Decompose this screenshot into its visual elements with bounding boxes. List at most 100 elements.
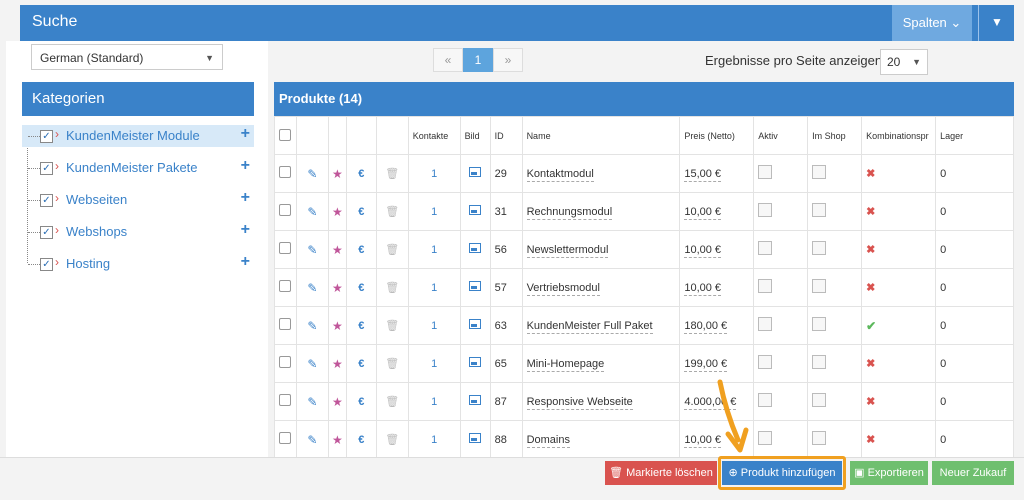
image-icon[interactable]: [459, 344, 491, 383]
trash-icon[interactable]: 🗑: [375, 344, 409, 383]
star-icon[interactable]: ★: [327, 382, 347, 421]
checkbox-checked[interactable]: ✓: [40, 226, 53, 239]
euro-icon[interactable]: €: [345, 154, 377, 193]
category-item[interactable]: ✓ › KundenMeister Pakete +: [22, 157, 254, 179]
euro-icon[interactable]: €: [345, 306, 377, 345]
product-price[interactable]: 10,00 €: [679, 268, 755, 307]
image-icon[interactable]: [459, 382, 491, 421]
in-shop-checkbox[interactable]: [807, 344, 863, 383]
in-shop-checkbox[interactable]: [807, 192, 863, 231]
euro-icon[interactable]: €: [345, 382, 377, 421]
column-header-id[interactable]: ID: [489, 116, 523, 155]
image-icon[interactable]: [459, 154, 491, 193]
export-button[interactable]: ▣ Exportieren: [850, 461, 928, 485]
trash-icon[interactable]: 🗑: [375, 306, 409, 345]
row-checkbox[interactable]: [274, 230, 297, 269]
category-item[interactable]: ✓ › Webseiten +: [22, 189, 254, 211]
pencil-icon[interactable]: ✎: [295, 268, 329, 307]
in-shop-checkbox[interactable]: [807, 420, 863, 459]
row-checkbox[interactable]: [274, 344, 297, 383]
contacts-link[interactable]: 1: [407, 268, 461, 307]
checkbox-checked[interactable]: ✓: [40, 194, 53, 207]
category-item[interactable]: ✓ › Webshops +: [22, 221, 254, 243]
row-checkbox[interactable]: [274, 382, 297, 421]
category-item[interactable]: ✓ › Hosting +: [22, 253, 254, 275]
row-checkbox[interactable]: [274, 420, 297, 459]
contacts-link[interactable]: 1: [407, 420, 461, 459]
chevron-right-icon[interactable]: ›: [55, 159, 59, 173]
euro-icon[interactable]: €: [345, 344, 377, 383]
contacts-link[interactable]: 1: [407, 382, 461, 421]
product-name[interactable]: Newslettermodul: [521, 230, 681, 269]
star-icon[interactable]: ★: [327, 268, 347, 307]
chevron-right-icon[interactable]: ›: [55, 255, 59, 269]
checkbox-checked[interactable]: ✓: [40, 130, 53, 143]
active-checkbox[interactable]: [753, 420, 809, 459]
euro-icon[interactable]: €: [345, 268, 377, 307]
trash-icon[interactable]: 🗑: [375, 192, 409, 231]
star-icon[interactable]: ★: [327, 192, 347, 231]
image-icon[interactable]: [459, 306, 491, 345]
product-price[interactable]: 10,00 €: [679, 192, 755, 231]
contacts-link[interactable]: 1: [407, 306, 461, 345]
row-checkbox[interactable]: [274, 268, 297, 307]
chevron-down-icon[interactable]: ▼: [978, 5, 1015, 41]
image-icon[interactable]: [459, 230, 491, 269]
product-name[interactable]: Responsive Webseite: [521, 382, 681, 421]
in-shop-checkbox[interactable]: [807, 268, 863, 307]
star-icon[interactable]: ★: [327, 344, 347, 383]
contacts-link[interactable]: 1: [407, 192, 461, 231]
pencil-icon[interactable]: ✎: [295, 230, 329, 269]
in-shop-checkbox[interactable]: [807, 382, 863, 421]
add-icon[interactable]: +: [241, 157, 250, 175]
active-checkbox[interactable]: [753, 154, 809, 193]
in-shop-checkbox[interactable]: [807, 306, 863, 345]
add-icon[interactable]: +: [241, 221, 250, 239]
pager-prev-button[interactable]: «: [433, 48, 463, 72]
euro-icon[interactable]: €: [345, 420, 377, 459]
product-name[interactable]: Kontaktmodul: [521, 154, 681, 193]
trash-icon[interactable]: 🗑: [375, 420, 409, 459]
active-checkbox[interactable]: [753, 382, 809, 421]
column-header-im-shop[interactable]: Im Shop: [807, 116, 863, 155]
column-header-kontakte[interactable]: Kontakte: [407, 116, 461, 155]
pencil-icon[interactable]: ✎: [295, 344, 329, 383]
active-checkbox[interactable]: [753, 344, 809, 383]
delete-selected-button[interactable]: 🗑 Markierte löschen: [605, 461, 717, 485]
product-price[interactable]: 199,00 €: [679, 344, 755, 383]
trash-icon[interactable]: 🗑: [375, 154, 409, 193]
new-purchase-button[interactable]: Neuer Zukauf: [932, 461, 1014, 485]
star-icon[interactable]: ★: [327, 306, 347, 345]
column-header-lager[interactable]: Lager: [935, 116, 1014, 155]
column-header-bild[interactable]: Bild: [459, 116, 491, 155]
product-name[interactable]: Domains: [521, 420, 681, 459]
pencil-icon[interactable]: ✎: [295, 154, 329, 193]
active-checkbox[interactable]: [753, 306, 809, 345]
row-checkbox[interactable]: [274, 192, 297, 231]
product-price[interactable]: 180,00 €: [679, 306, 755, 345]
column-header-kombinationspreis[interactable]: Kombinationspr: [861, 116, 937, 155]
chevron-right-icon[interactable]: ›: [55, 127, 59, 141]
add-icon[interactable]: +: [241, 125, 250, 143]
pencil-icon[interactable]: ✎: [295, 192, 329, 231]
row-checkbox[interactable]: [274, 154, 297, 193]
column-header-preis[interactable]: Preis (Netto): [679, 116, 755, 155]
add-icon[interactable]: +: [241, 189, 250, 207]
contacts-link[interactable]: 1: [407, 154, 461, 193]
product-name[interactable]: KundenMeister Full Paket: [521, 306, 681, 345]
star-icon[interactable]: ★: [327, 420, 347, 459]
chevron-right-icon[interactable]: ›: [55, 223, 59, 237]
pager-next-button[interactable]: »: [493, 48, 523, 72]
in-shop-checkbox[interactable]: [807, 154, 863, 193]
image-icon[interactable]: [459, 192, 491, 231]
trash-icon[interactable]: 🗑: [375, 230, 409, 269]
trash-icon[interactable]: 🗑: [375, 382, 409, 421]
active-checkbox[interactable]: [753, 192, 809, 231]
checkbox-checked[interactable]: ✓: [40, 162, 53, 175]
pager-page-1[interactable]: 1: [463, 48, 493, 72]
euro-icon[interactable]: €: [345, 230, 377, 269]
in-shop-checkbox[interactable]: [807, 230, 863, 269]
chevron-right-icon[interactable]: ›: [55, 191, 59, 205]
image-icon[interactable]: [459, 420, 491, 459]
select-all-checkbox[interactable]: [274, 116, 297, 155]
